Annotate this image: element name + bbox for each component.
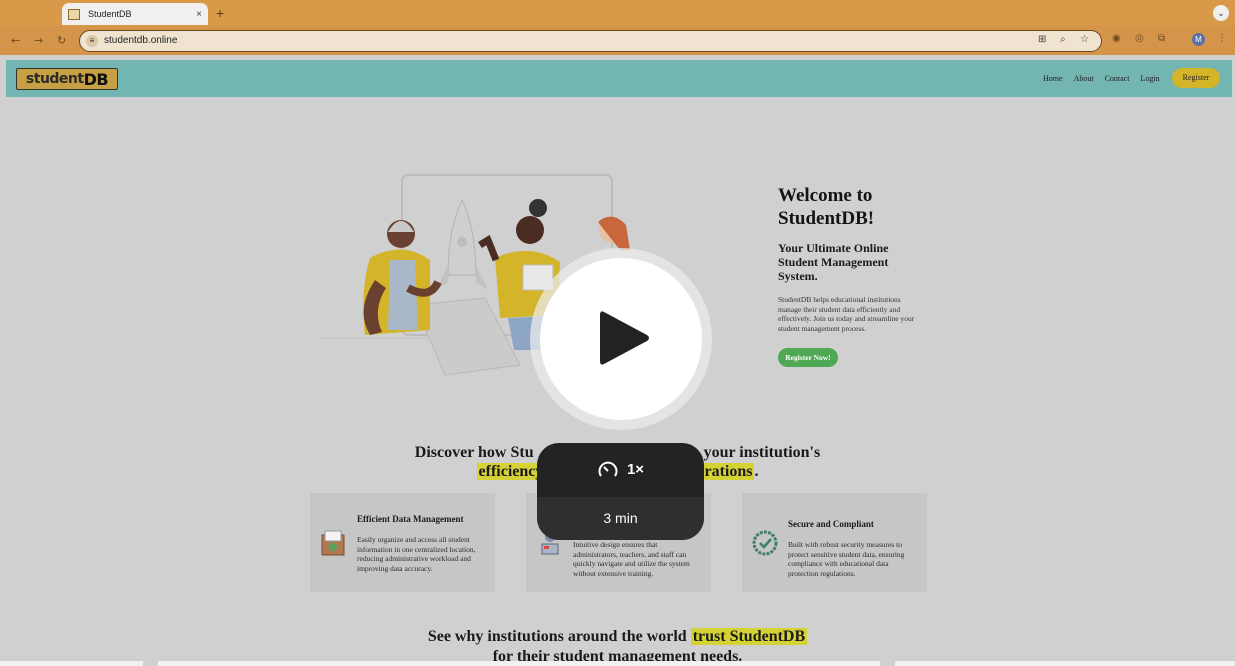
nav-contact[interactable]: Contact [1105,74,1130,83]
register-now-button[interactable]: Register Now! [778,348,838,367]
nav-home[interactable]: Home [1043,74,1063,83]
extension-icon[interactable]: ◉ [1112,33,1121,44]
hero-title: Welcome to StudentDB! [778,185,875,229]
nav-about[interactable]: About [1074,74,1094,83]
zoom-icon[interactable]: ⌕ [1060,34,1066,45]
book-icon [68,8,80,20]
profile-avatar[interactable]: M [1192,33,1205,46]
camera-icon[interactable]: ◎ [1135,33,1144,44]
play-icon [600,311,649,365]
puzzle-icon[interactable]: ⧉ [1158,33,1165,44]
hero-description: StudentDB helps educational institutions… [778,295,915,333]
browser-tab[interactable]: StudentDB × [62,3,208,25]
feature-card-data-management: Efficient Data Management Easily organiz… [310,493,495,592]
back-icon[interactable]: ← [11,34,20,47]
gauge-icon [598,461,618,477]
address-bar[interactable]: ≡ studentdb.online ⊞ ⌕ ☆ [79,30,1102,52]
feature-title: Secure and Compliant [788,519,874,529]
bottom-card-edge [895,661,1235,666]
reload-icon[interactable]: ↻ [57,34,66,47]
folder-icon [321,530,345,556]
new-tab-button[interactable]: + [216,5,224,21]
close-icon[interactable]: × [196,9,202,20]
site-logo[interactable]: student DB [16,68,118,90]
register-button[interactable]: Register [1172,68,1220,88]
duration-label: 3 min [537,497,704,540]
bottom-card-edge [158,661,880,666]
feature-text: Built with robust security measures to p… [788,540,905,578]
feature-card-secure: Secure and Compliant Built with robust s… [742,493,927,592]
speed-button[interactable]: 1× [537,443,704,496]
play-button[interactable] [540,258,702,420]
nav-login[interactable]: Login [1140,74,1159,83]
bookmark-star-icon[interactable]: ☆ [1080,34,1089,45]
feature-text: Easily organize and access all student i… [357,535,476,573]
hero-subtitle: Your Ultimate Online Student Management … [778,241,889,283]
shield-check-icon [752,530,778,556]
url-text: studentdb.online [104,35,178,46]
menu-dots-icon[interactable]: ⋮ [1217,33,1227,44]
feature-text: Intuitive design ensures that administra… [573,540,690,578]
site-info-icon[interactable]: ≡ [86,35,98,47]
trust-heading-line1: See why institutions around the world tr… [427,628,808,645]
feature-title: Efficient Data Management [357,514,464,524]
speed-label: 1× [626,461,645,478]
tab-title: StudentDB [88,9,132,19]
chevron-down-icon[interactable]: ⌄ [1213,5,1229,21]
install-icon[interactable]: ⊞ [1038,34,1046,45]
bottom-card-edge [0,661,143,666]
playback-controls: 1× 3 min [537,443,704,540]
forward-icon[interactable]: → [34,34,43,47]
nav-links: Home About Contact Login [1043,74,1160,83]
